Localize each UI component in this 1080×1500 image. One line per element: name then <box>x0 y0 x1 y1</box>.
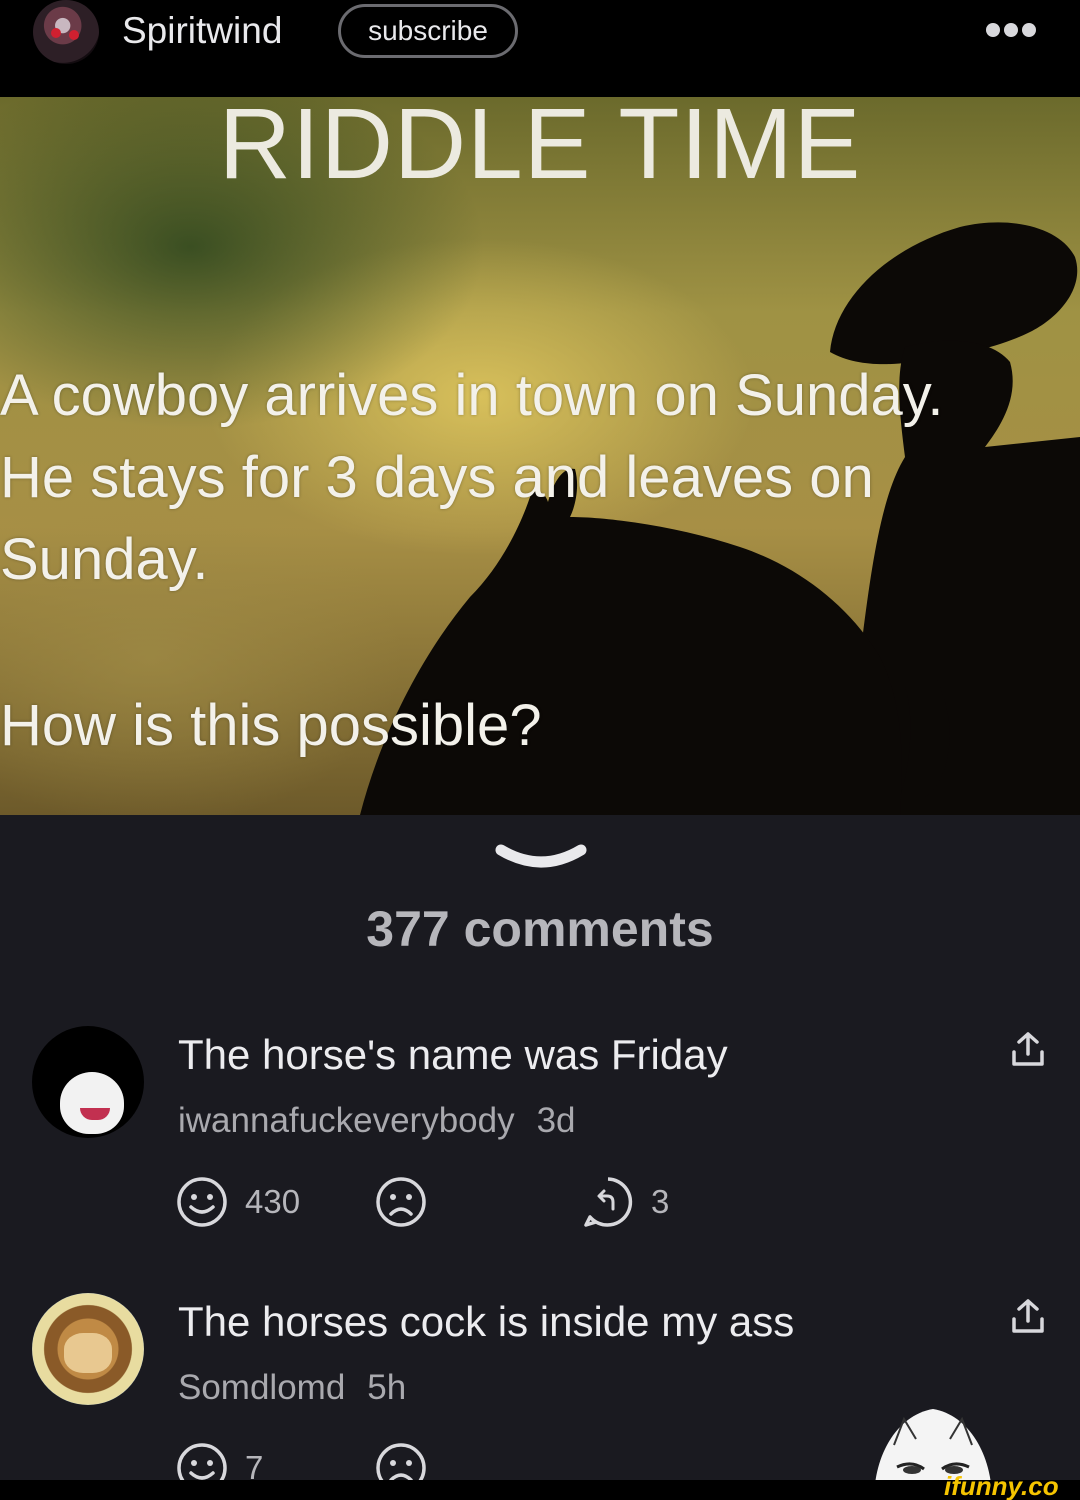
ifunny-watermark: ifunny.co <box>944 1471 1059 1500</box>
channel-avatar[interactable] <box>33 0 99 64</box>
comment-username[interactable]: Somdlomd <box>178 1368 345 1407</box>
comment-time: 5h <box>367 1368 407 1407</box>
bottom-strip <box>0 1480 1080 1500</box>
subscribe-button[interactable]: subscribe <box>338 4 518 58</box>
post-line: Sunday. <box>0 527 209 592</box>
smile-count: 430 <box>245 1183 301 1220</box>
post-title: RIDDLE TIME <box>218 97 862 200</box>
post-image[interactable]: RIDDLE TIME A cowboy arrives in town on … <box>0 97 1080 815</box>
channel-name[interactable]: Spiritwind <box>122 8 282 54</box>
comment-meta: Somdlomd 5h <box>178 1367 406 1409</box>
post-line: How is this possible? <box>0 693 542 758</box>
smile-icon <box>177 1177 227 1227</box>
avatar[interactable] <box>32 1026 144 1138</box>
share-icon[interactable] <box>1010 1297 1046 1337</box>
comment-text: The horse's name was Friday <box>178 1031 728 1078</box>
comment-text: The horses cock is inside my ass <box>178 1298 795 1345</box>
comment-username[interactable]: iwannafuckeverybody <box>178 1101 515 1140</box>
avatar[interactable] <box>32 1293 144 1405</box>
chevron-down-icon[interactable] <box>493 840 589 874</box>
unsmile-icon <box>376 1177 426 1227</box>
top-bar: Spiritwind subscribe <box>0 0 1080 97</box>
reply-count: 3 <box>651 1183 670 1220</box>
comment-time: 3d <box>536 1101 576 1140</box>
post-line: He stays for 3 days and leaves on <box>0 445 874 510</box>
comment-meta: iwannafuckeverybody 3d <box>178 1100 576 1142</box>
share-icon[interactable] <box>1010 1030 1046 1070</box>
unsmile-button[interactable] <box>375 1176 427 1228</box>
comments-count: 377 comments <box>366 901 714 957</box>
post-line: A cowboy arrives in town on Sunday. <box>0 363 944 428</box>
smile-button[interactable]: 430 <box>176 1176 300 1228</box>
reply-button[interactable]: 3 <box>582 1176 669 1228</box>
reply-icon <box>584 1177 633 1227</box>
more-horizontal-icon[interactable] <box>986 20 1036 42</box>
